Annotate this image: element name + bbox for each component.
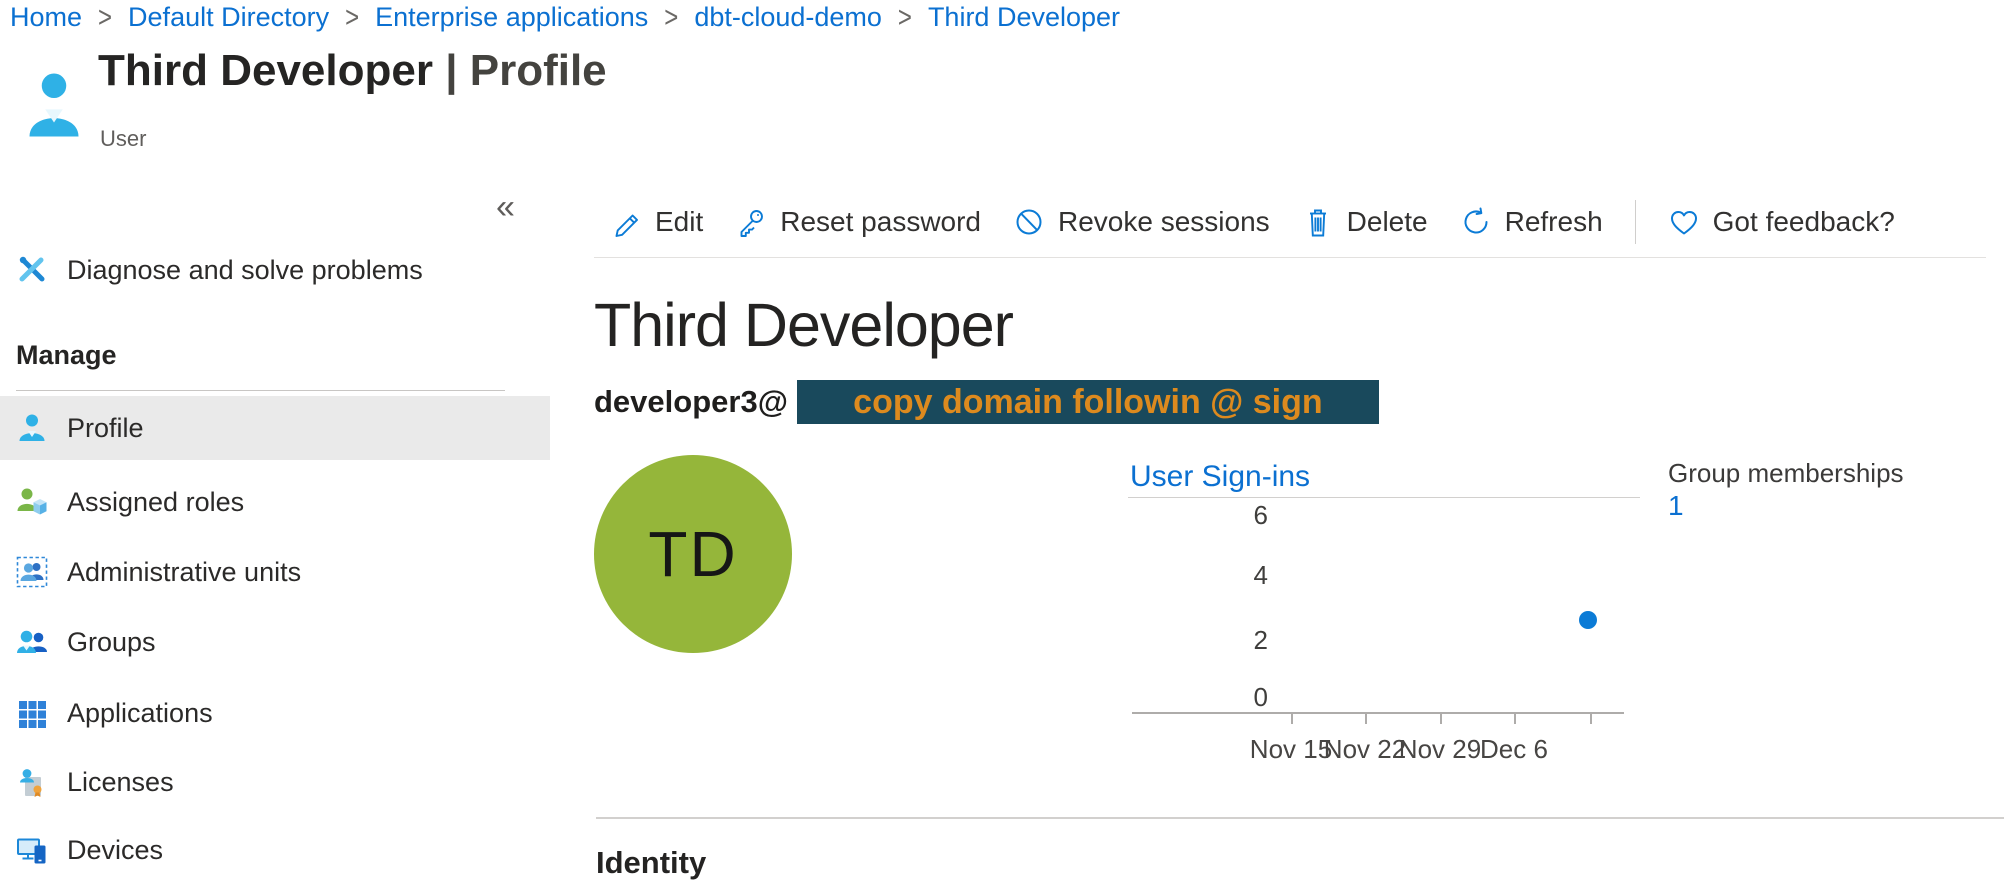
avatar-initials: TD — [648, 517, 737, 591]
toolbar-rule — [594, 257, 1986, 258]
toolbar-divider — [1635, 200, 1636, 244]
sidebar-item-groups[interactable]: Groups — [0, 610, 550, 674]
sidebar-item-licenses[interactable]: Licenses — [0, 750, 550, 814]
x-axis-tick — [1365, 712, 1367, 724]
sidebar-item-devices[interactable]: Devices — [0, 818, 550, 882]
profile-display-name: Third Developer — [594, 290, 1013, 360]
applications-icon — [16, 697, 48, 729]
x-axis-tick — [1291, 712, 1293, 724]
sidebar-divider — [16, 390, 505, 391]
refresh-button[interactable]: Refresh — [1460, 206, 1603, 238]
sidebar-item-label: Devices — [67, 835, 163, 866]
tools-icon — [16, 254, 48, 286]
reset-password-button[interactable]: Reset password — [735, 206, 981, 238]
y-tick-label: 2 — [1208, 625, 1268, 656]
x-axis-tick — [1590, 712, 1592, 724]
sidebar-item-assigned-roles[interactable]: Assigned roles — [0, 470, 550, 534]
sidebar-section-manage: Manage — [16, 340, 117, 371]
button-label: Got feedback? — [1713, 206, 1895, 238]
identity-section-heading: Identity — [596, 845, 706, 881]
refresh-icon — [1460, 206, 1492, 238]
chevron-right-icon: > — [98, 0, 112, 35]
button-label: Refresh — [1505, 206, 1603, 238]
sidebar-item-label: Diagnose and solve problems — [67, 255, 423, 286]
chart-title-link[interactable]: User Sign-ins — [1130, 460, 1310, 494]
user-sign-ins-chart: User Sign-ins 6 4 2 0 Nov 15 Nov 22 Nov … — [1128, 460, 1640, 770]
user-avatar-icon — [26, 70, 82, 145]
y-tick-label: 4 — [1208, 560, 1268, 591]
sidebar-item-label: Administrative units — [67, 557, 301, 588]
admin-units-icon — [16, 556, 48, 588]
page-title-name: Third Developer — [98, 46, 433, 95]
delete-button[interactable]: Delete — [1302, 206, 1428, 238]
sidebar-item-applications[interactable]: Applications — [0, 681, 550, 745]
sidebar-item-administrative-units[interactable]: Administrative units — [0, 540, 550, 604]
key-icon — [735, 206, 767, 238]
got-feedback-button[interactable]: Got feedback? — [1668, 206, 1895, 238]
group-memberships-label: Group memberships — [1668, 458, 1904, 489]
licenses-icon — [16, 766, 48, 798]
assigned-roles-icon — [16, 486, 48, 518]
section-divider — [596, 817, 2004, 819]
button-label: Reset password — [780, 206, 981, 238]
chart-title-rule — [1128, 497, 1640, 498]
chevron-right-icon: > — [898, 0, 912, 35]
sign-in-data-point — [1579, 611, 1597, 629]
breadcrumb-third-developer[interactable]: Third Developer — [928, 2, 1120, 33]
breadcrumb-default-directory[interactable]: Default Directory — [128, 2, 329, 33]
pencil-icon — [610, 206, 642, 238]
sidebar-item-label: Groups — [67, 627, 156, 658]
trash-icon — [1302, 206, 1334, 238]
upn-row: developer3@ copy domain followin @ sign — [594, 380, 1379, 424]
page-subtitle: User — [100, 126, 146, 152]
x-axis-tick — [1440, 712, 1442, 724]
x-axis-line — [1132, 712, 1624, 714]
redaction-box: copy domain followin @ sign — [797, 380, 1379, 424]
command-bar: Edit Reset password Revoke sessions — [610, 196, 1895, 248]
redaction-note: copy domain followin @ sign — [853, 383, 1323, 422]
breadcrumb-home[interactable]: Home — [10, 2, 82, 33]
block-icon — [1013, 206, 1045, 238]
button-label: Revoke sessions — [1058, 206, 1270, 238]
person-icon — [16, 412, 48, 444]
devices-icon — [16, 834, 48, 866]
button-label: Edit — [655, 206, 703, 238]
upn-prefix: developer3@ — [594, 384, 788, 420]
page-title: Third Developer | Profile — [98, 46, 607, 96]
sidebar-item-label: Licenses — [67, 767, 174, 798]
chevron-right-icon: > — [664, 0, 678, 35]
sidebar-item-diagnose[interactable]: Diagnose and solve problems — [0, 244, 550, 296]
sidebar-item-label: Profile — [67, 413, 144, 444]
y-tick-label: 0 — [1208, 682, 1268, 713]
revoke-sessions-button[interactable]: Revoke sessions — [1013, 206, 1270, 238]
breadcrumb-dbt-cloud-demo[interactable]: dbt-cloud-demo — [694, 2, 882, 33]
groups-icon — [16, 626, 48, 658]
sidebar-collapse-button[interactable]: « — [496, 188, 515, 227]
chevron-right-icon: > — [345, 0, 359, 35]
heart-icon — [1668, 206, 1700, 238]
breadcrumb: Home > Default Directory > Enterprise ap… — [10, 2, 1120, 33]
avatar: TD — [594, 455, 792, 653]
x-axis-tick — [1514, 712, 1516, 724]
button-label: Delete — [1347, 206, 1428, 238]
group-memberships-count-link[interactable]: 1 — [1668, 490, 1684, 522]
y-tick-label: 6 — [1208, 500, 1268, 531]
breadcrumb-enterprise-applications[interactable]: Enterprise applications — [375, 2, 648, 33]
sidebar-item-profile[interactable]: Profile — [0, 396, 550, 460]
sidebar-item-label: Assigned roles — [67, 487, 244, 518]
edit-button[interactable]: Edit — [610, 206, 703, 238]
x-tick-label: Dec 6 — [1454, 734, 1574, 765]
sidebar-item-label: Applications — [67, 698, 213, 729]
page-title-suffix: | Profile — [433, 46, 607, 95]
